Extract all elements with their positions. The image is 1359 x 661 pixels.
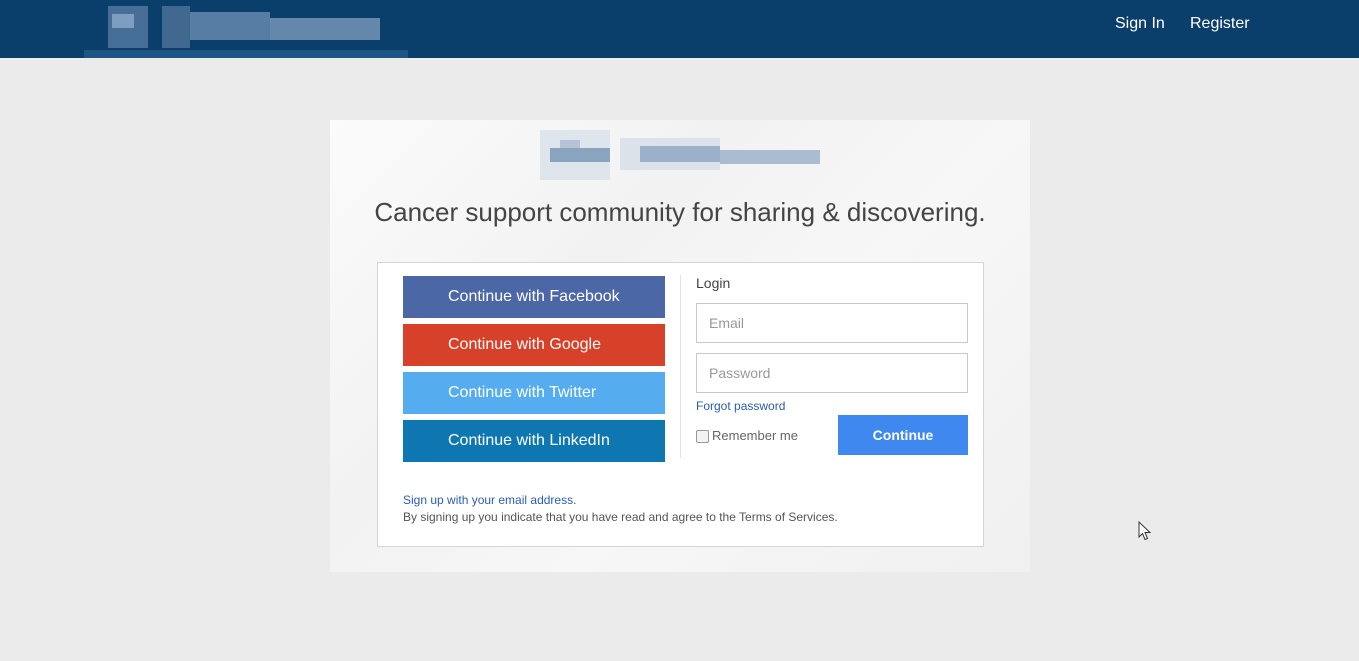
continue-linkedin-button[interactable]: Continue with LinkedIn <box>403 420 665 462</box>
card-logo <box>540 130 820 180</box>
continue-google-button[interactable]: Continue with Google <box>403 324 665 366</box>
divider <box>680 275 681 458</box>
signup-email-link[interactable]: Sign up with your email address. <box>403 493 576 507</box>
mouse-pointer-icon <box>1138 521 1152 541</box>
top-navbar: Sign In Register <box>0 0 1359 58</box>
terms-notice: By signing up you indicate that you have… <box>403 510 838 524</box>
remember-me[interactable]: Remember me <box>696 428 798 444</box>
forgot-password-link[interactable]: Forgot password <box>696 399 785 413</box>
continue-twitter-button[interactable]: Continue with Twitter <box>403 372 665 414</box>
register-link[interactable]: Register <box>1190 14 1250 34</box>
password-field[interactable] <box>696 353 968 393</box>
remember-me-checkbox[interactable] <box>696 429 709 443</box>
continue-button[interactable]: Continue <box>838 415 968 455</box>
login-card: Cancer support community for sharing & d… <box>330 120 1030 572</box>
remember-me-label: Remember me <box>712 428 798 443</box>
site-logo[interactable] <box>84 0 408 58</box>
continue-facebook-button[interactable]: Continue with Facebook <box>403 276 665 318</box>
email-field[interactable] <box>696 303 968 343</box>
auth-panel: Continue with Facebook Continue with Goo… <box>377 262 984 547</box>
sign-in-link[interactable]: Sign In <box>1115 14 1165 34</box>
login-heading: Login <box>696 275 731 291</box>
tagline: Cancer support community for sharing & d… <box>374 197 986 227</box>
